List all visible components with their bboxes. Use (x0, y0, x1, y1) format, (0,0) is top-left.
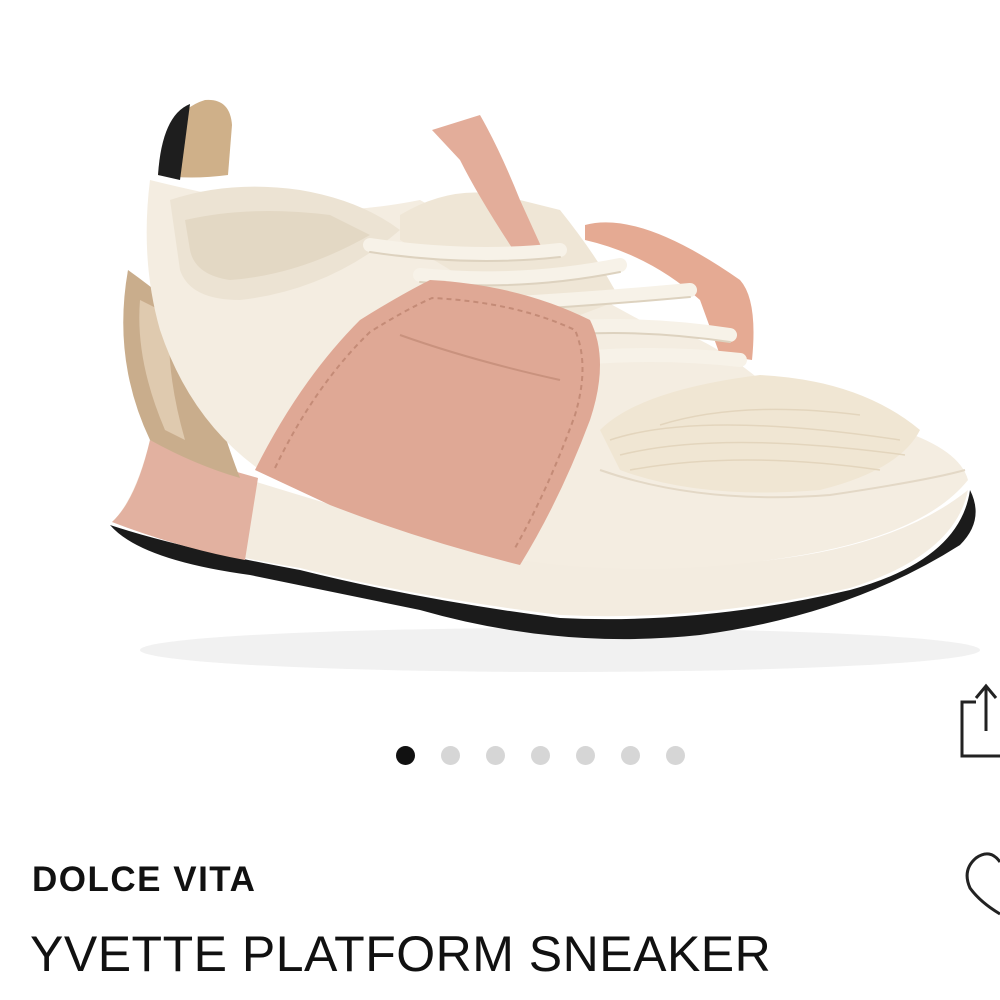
share-icon (960, 683, 1000, 758)
product-detail-page: DOLCE VITA YVETTE PLATFORM SNEAKER (0, 0, 1000, 1000)
carousel-dot-3[interactable] (473, 742, 518, 768)
carousel-dot-7[interactable] (653, 742, 698, 768)
product-brand[interactable]: DOLCE VITA (32, 860, 256, 900)
image-carousel-indicator (383, 742, 698, 768)
carousel-dot-6[interactable] (608, 742, 653, 768)
carousel-dot-5[interactable] (563, 742, 608, 768)
heart-icon (965, 852, 1000, 916)
product-image[interactable] (0, 0, 1000, 730)
wishlist-button[interactable] (948, 840, 1000, 920)
carousel-dot-1[interactable] (383, 742, 428, 768)
carousel-dot-4[interactable] (518, 742, 563, 768)
product-title: YVETTE PLATFORM SNEAKER (30, 926, 772, 982)
share-button[interactable] (946, 676, 1000, 768)
carousel-dot-2[interactable] (428, 742, 473, 768)
